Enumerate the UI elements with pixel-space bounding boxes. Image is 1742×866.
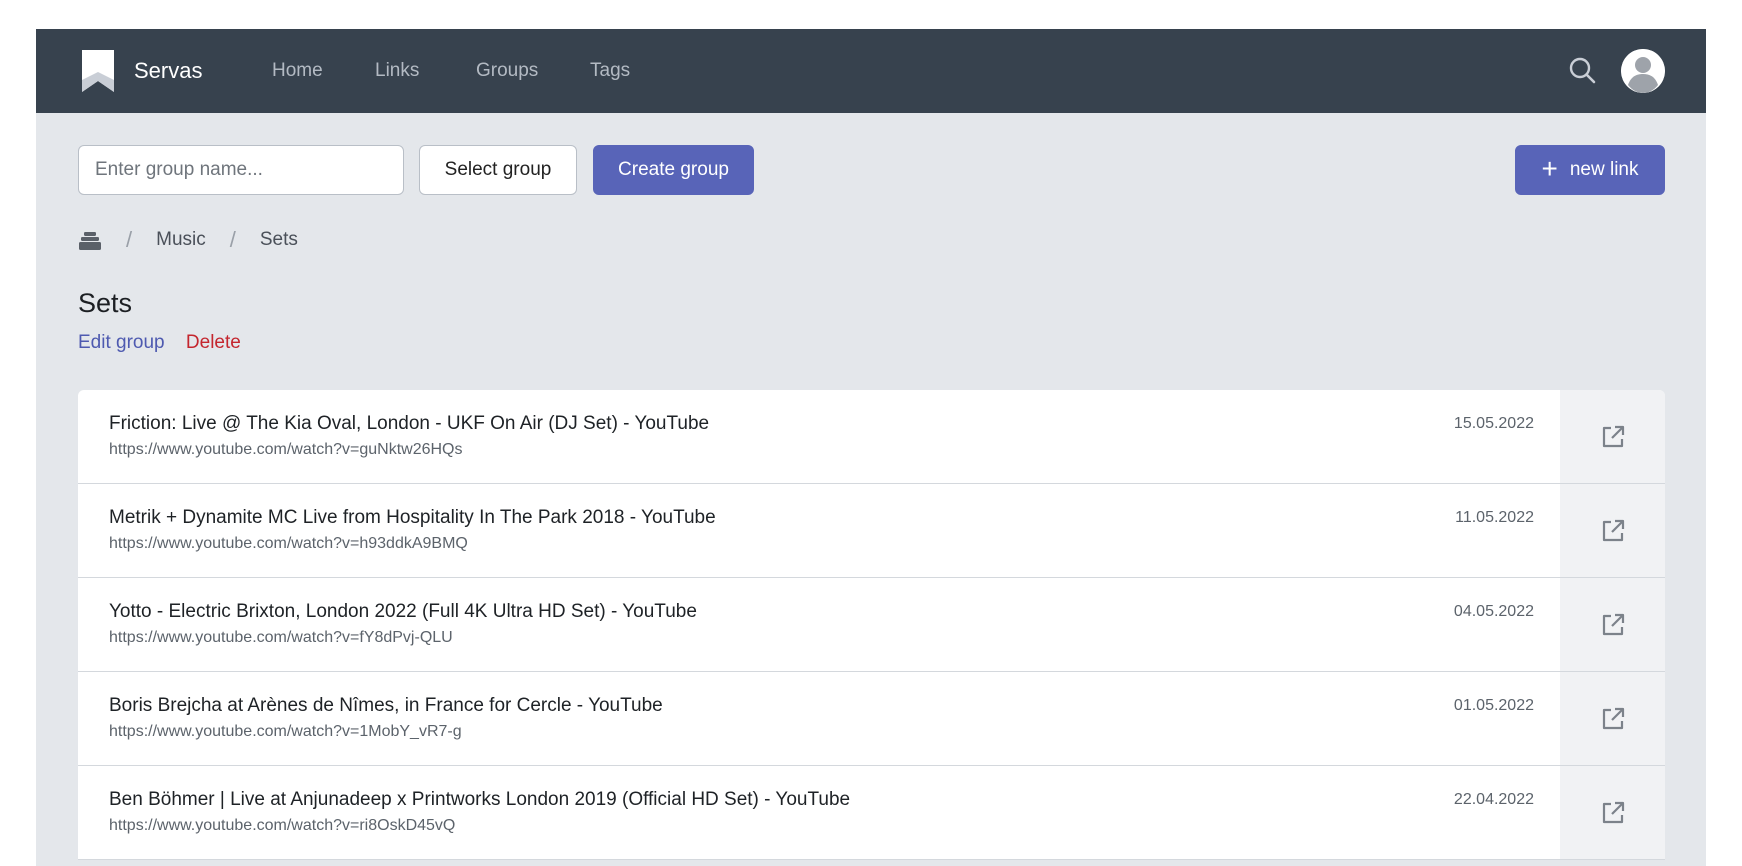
list-item: Yotto - Electric Brixton, London 2022 (F…: [78, 578, 1665, 672]
group-name-input[interactable]: [78, 145, 404, 195]
breadcrumb: / Music / Sets: [78, 225, 298, 255]
link-title: Boris Brejcha at Arènes de Nîmes, in Fra…: [109, 695, 663, 716]
nav-item-home[interactable]: Home: [272, 59, 323, 83]
user-avatar[interactable]: [1621, 49, 1665, 93]
plus-icon: +: [1541, 152, 1558, 184]
breadcrumb-item-sets[interactable]: Sets: [260, 229, 298, 251]
app-window: Servas Home Links Groups Tags Select gro…: [36, 29, 1706, 866]
search-icon[interactable]: [1567, 55, 1599, 87]
link-date: 22.04.2022: [1453, 791, 1534, 808]
open-link-button[interactable]: [1560, 672, 1665, 765]
link-list: Friction: Live @ The Kia Oval, London - …: [78, 390, 1665, 860]
select-group-button[interactable]: Select group: [419, 145, 577, 195]
link-url: https://www.youtube.com/watch?v=h93ddkA9…: [109, 535, 468, 552]
nav-item-groups[interactable]: Groups: [476, 59, 538, 83]
bookmark-icon[interactable]: [82, 50, 114, 92]
page-title: Sets: [78, 288, 133, 318]
new-link-button[interactable]: + new link: [1515, 145, 1665, 195]
link-url: https://www.youtube.com/watch?v=guNktw26…: [109, 441, 463, 458]
link-entry[interactable]: Metrik + Dynamite MC Live from Hospitali…: [78, 484, 1560, 577]
link-url: https://www.youtube.com/watch?v=fY8dPvj-…: [109, 629, 453, 646]
nav-item-tags[interactable]: Tags: [590, 59, 630, 83]
external-link-icon: [1602, 519, 1624, 541]
link-date: 01.05.2022: [1453, 697, 1534, 714]
edit-group-link[interactable]: Edit group: [78, 332, 165, 353]
user-avatar-icon: [1621, 49, 1665, 93]
open-link-button[interactable]: [1560, 484, 1665, 577]
link-title: Yotto - Electric Brixton, London 2022 (F…: [109, 601, 697, 622]
link-title: Friction: Live @ The Kia Oval, London - …: [109, 413, 710, 434]
create-group-button[interactable]: Create group: [593, 145, 754, 195]
link-title: Ben Böhmer | Live at Anjunadeep x Printw…: [109, 789, 851, 810]
new-link-label: new link: [1569, 159, 1639, 180]
group-actions: Edit group Delete: [78, 331, 241, 355]
list-item: Metrik + Dynamite MC Live from Hospitali…: [78, 484, 1665, 578]
link-url: https://www.youtube.com/watch?v=1MobY_vR…: [109, 723, 462, 740]
breadcrumb-item-music[interactable]: Music: [156, 229, 206, 251]
open-link-button[interactable]: [1560, 390, 1665, 483]
open-link-button[interactable]: [1560, 766, 1665, 859]
link-title: Metrik + Dynamite MC Live from Hospitali…: [109, 507, 716, 528]
list-item: Boris Brejcha at Arènes de Nîmes, in Fra…: [78, 672, 1665, 766]
link-date: 04.05.2022: [1453, 603, 1534, 620]
link-entry[interactable]: Yotto - Electric Brixton, London 2022 (F…: [78, 578, 1560, 671]
delete-group-link[interactable]: Delete: [186, 332, 241, 353]
list-item: Ben Böhmer | Live at Anjunadeep x Printw…: [78, 766, 1665, 860]
select-group-label: Select group: [444, 159, 552, 180]
open-link-button[interactable]: [1560, 578, 1665, 671]
external-link-icon: [1602, 425, 1624, 447]
top-navbar: Servas Home Links Groups Tags: [36, 29, 1706, 113]
breadcrumb-separator: /: [229, 227, 236, 252]
breadcrumb-separator: /: [126, 227, 133, 252]
nav-item-links[interactable]: Links: [375, 59, 419, 83]
external-link-icon: [1602, 613, 1624, 635]
external-link-icon: [1602, 801, 1624, 823]
external-link-icon: [1602, 707, 1624, 729]
brand-name[interactable]: Servas: [134, 57, 202, 85]
link-entry[interactable]: Ben Böhmer | Live at Anjunadeep x Printw…: [78, 766, 1560, 859]
link-entry[interactable]: Boris Brejcha at Arènes de Nîmes, in Fra…: [78, 672, 1560, 765]
link-entry[interactable]: Friction: Live @ The Kia Oval, London - …: [78, 390, 1560, 483]
link-url: https://www.youtube.com/watch?v=ri8OskD4…: [109, 817, 456, 834]
link-date: 15.05.2022: [1453, 415, 1534, 432]
create-group-label: Create group: [618, 159, 729, 180]
list-item: Friction: Live @ The Kia Oval, London - …: [78, 390, 1665, 484]
groups-home-icon[interactable]: [78, 229, 102, 251]
link-date: 11.05.2022: [1455, 509, 1534, 526]
